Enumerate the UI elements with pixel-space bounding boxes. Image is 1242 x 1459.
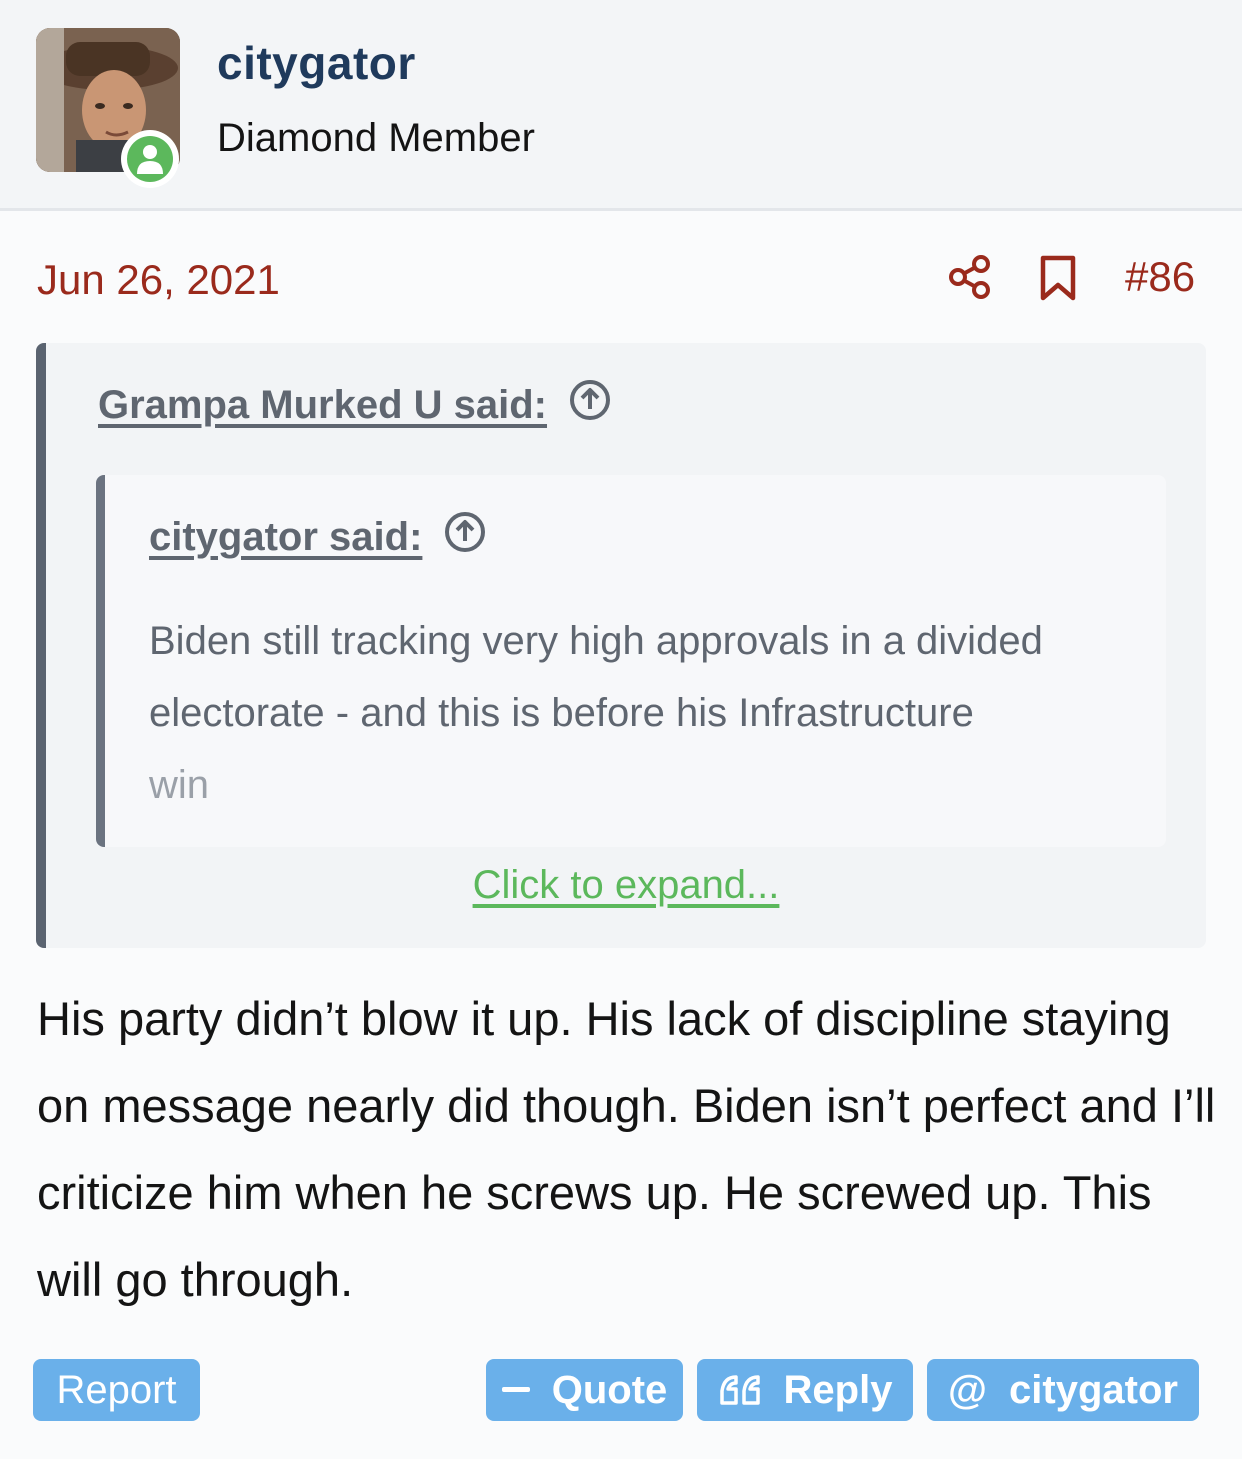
mention-button[interactable]: @ citygator (927, 1359, 1199, 1421)
click-to-expand-link[interactable]: Click to expand... (46, 863, 1206, 908)
nested-quote-attribution[interactable]: citygator said: (149, 511, 486, 563)
post-body-text: His party didn’t blow it up. His lack of… (37, 992, 1216, 1306)
user-header: citygator Diamond Member (0, 0, 1242, 211)
quote-button[interactable]: Quote (486, 1359, 683, 1421)
reply-button-label: Reply (783, 1367, 893, 1412)
bookmark-icon[interactable] (1038, 254, 1078, 307)
arrow-up-circle-icon[interactable] (444, 511, 486, 563)
user-online-icon (127, 136, 173, 182)
report-button-label: Report (56, 1367, 177, 1412)
quote-block: Grampa Murked U said: citygator said: Bi… (36, 343, 1206, 948)
at-sign-icon: @ (948, 1367, 988, 1412)
quote-attribution-text[interactable]: Grampa Murked U said: (98, 383, 547, 428)
report-button[interactable]: Report (33, 1359, 200, 1421)
minus-icon (501, 1386, 530, 1394)
nested-quote-line: Biden still tracking very high approvals… (149, 619, 1043, 663)
reply-button[interactable]: Reply (697, 1359, 913, 1421)
quote-button-label: Quote (551, 1367, 668, 1412)
nested-quote-text: Biden still tracking very high approvals… (149, 605, 1149, 821)
post-number-link[interactable]: #86 (1125, 253, 1195, 301)
online-status-badge (121, 130, 179, 188)
nested-quote-line: electorate - and this is before his Infr… (149, 691, 974, 735)
share-icon[interactable] (948, 254, 992, 305)
quote-marks-icon (718, 1373, 762, 1407)
post-page: citygator Diamond Member Jun 26, 2021 #8… (0, 0, 1242, 1459)
quote-attribution[interactable]: Grampa Murked U said: (98, 379, 611, 431)
user-title: Diamond Member (217, 116, 535, 160)
mention-button-label: citygator (1009, 1367, 1178, 1412)
nested-quote-attribution-text[interactable]: citygator said: (149, 515, 422, 560)
post-date[interactable]: Jun 26, 2021 (37, 256, 280, 304)
nested-quote-block: citygator said: Biden still tracking ver… (96, 475, 1166, 847)
username[interactable]: citygator (217, 36, 416, 90)
nested-quote-line: win (149, 763, 210, 807)
arrow-up-circle-icon[interactable] (569, 379, 611, 431)
